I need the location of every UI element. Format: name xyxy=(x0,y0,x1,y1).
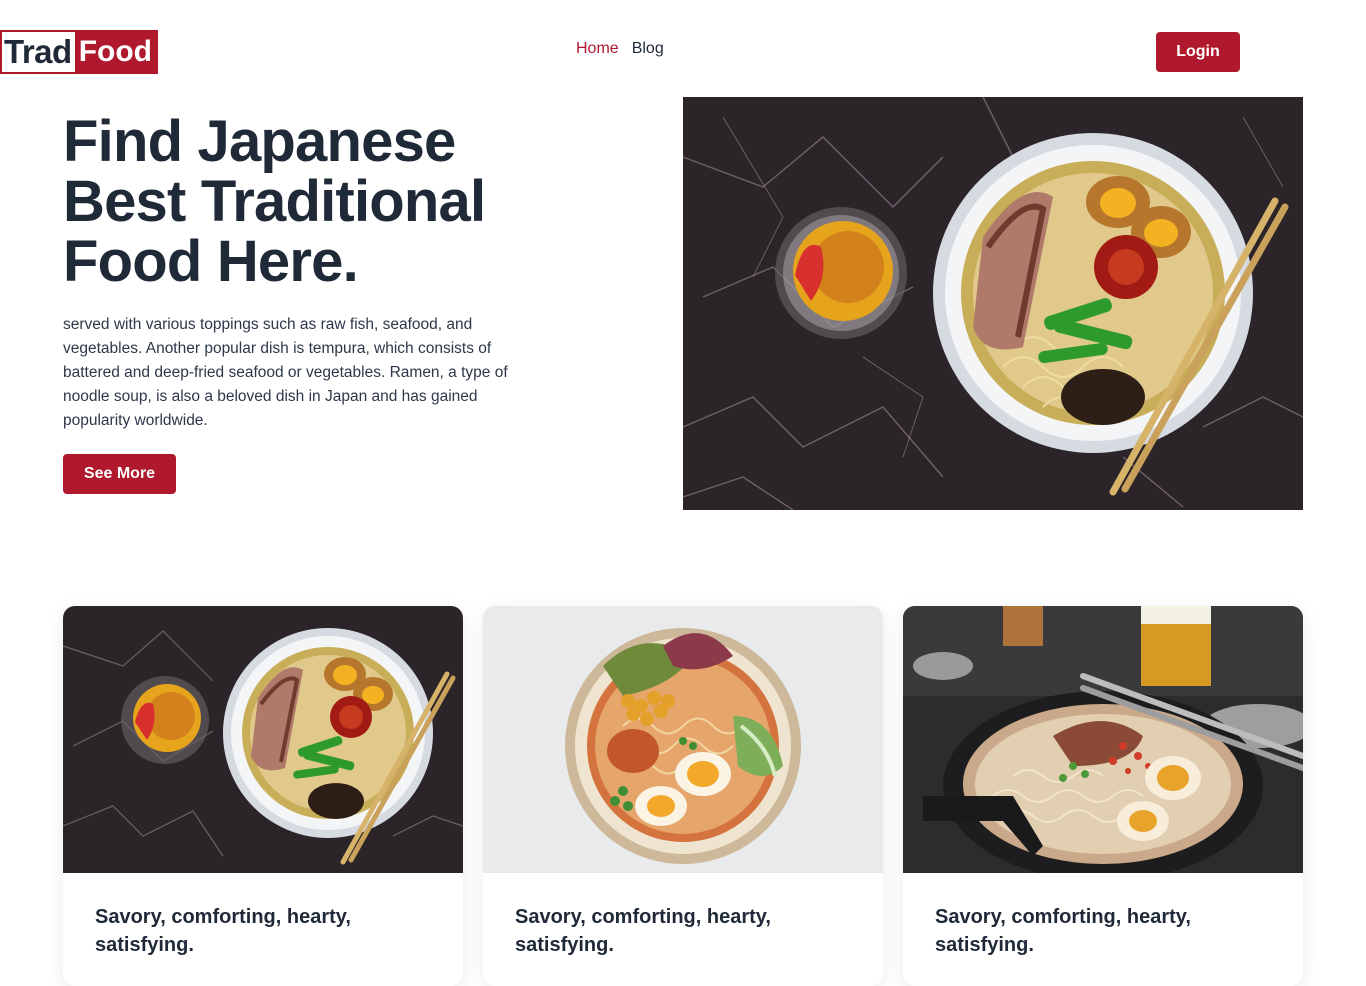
logo-text-food: Food xyxy=(74,32,157,72)
dish-card-image xyxy=(63,606,463,873)
hero-title: Find Japanese Best Traditional Food Here… xyxy=(63,109,486,294)
nav-home-link[interactable]: Home xyxy=(576,40,619,58)
nav-blog-link[interactable]: Blog xyxy=(632,40,664,58)
login-button[interactable]: Login xyxy=(1156,32,1240,72)
hero-description: served with various toppings such as raw… xyxy=(63,316,508,429)
hero-ramen-image xyxy=(683,97,1303,510)
dish-card-title: Savory, comforting, hearty, satisfying. xyxy=(515,906,771,956)
dish-card-title: Savory, comforting, hearty, satisfying. xyxy=(95,906,351,956)
dish-card[interactable]: Savory, comforting, hearty, satisfying. xyxy=(903,606,1303,986)
dish-card[interactable]: Savory, comforting, hearty, satisfying. xyxy=(63,606,463,986)
logo-text-trad: Trad xyxy=(2,32,75,72)
site-header: Trad Food Home Blog Login xyxy=(0,0,1366,96)
dish-card-title: Savory, comforting, hearty, satisfying. xyxy=(935,906,1191,956)
see-more-button[interactable]: See More xyxy=(63,454,176,494)
brand-logo[interactable]: Trad Food xyxy=(0,30,159,74)
dish-card-image xyxy=(903,606,1303,873)
main-nav: Home Blog xyxy=(576,40,664,58)
dish-card-image xyxy=(483,606,883,873)
dish-card[interactable]: Savory, comforting, hearty, satisfying. xyxy=(483,606,883,986)
